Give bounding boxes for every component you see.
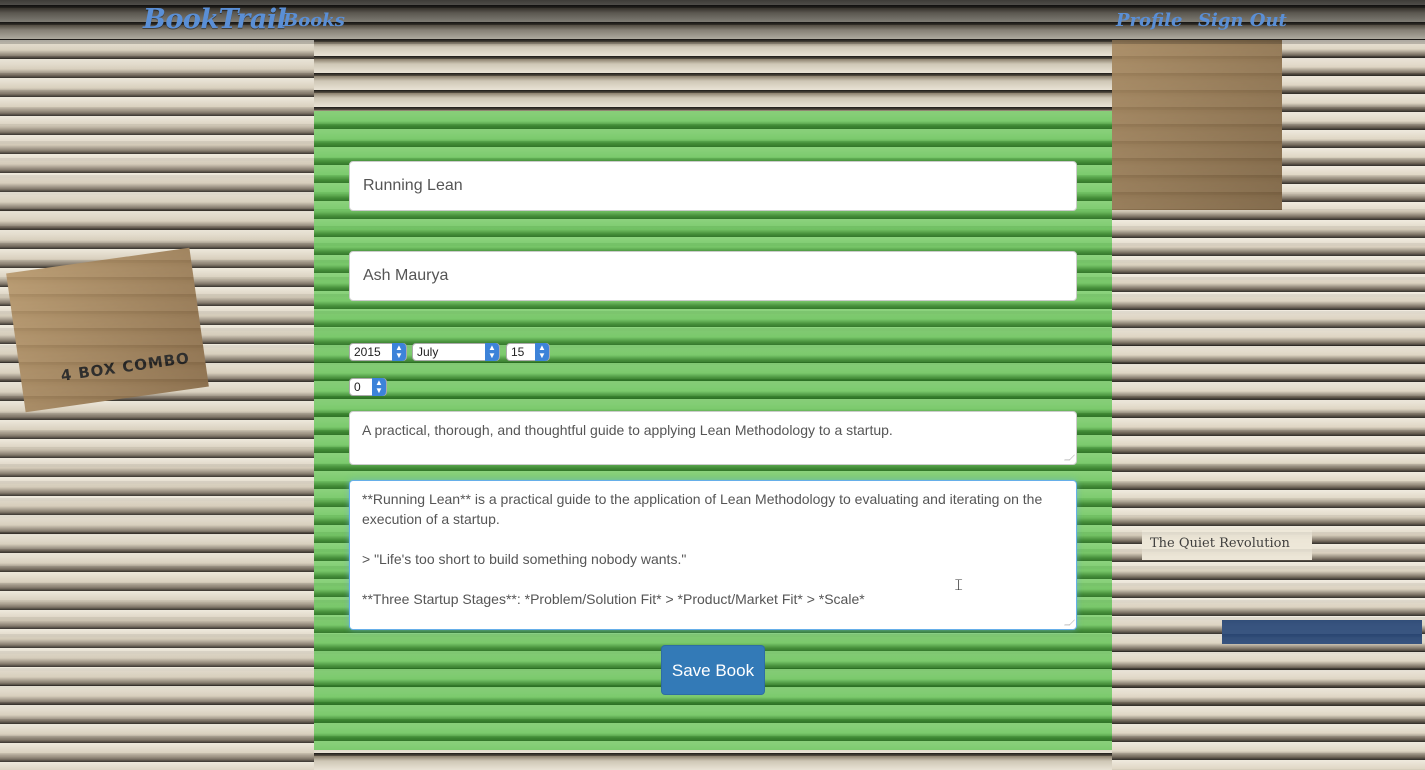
chevron-updown-icon: ▲ ▼ <box>392 343 406 361</box>
description-line <box>362 529 1064 549</box>
save-book-button[interactable]: Save Book <box>661 645 765 695</box>
date-day-value: 15 <box>511 345 525 359</box>
date-month-value: July <box>417 345 439 359</box>
date-month-select[interactable]: July ▲ ▼ <box>412 343 500 361</box>
book-title-input[interactable]: Running Lean <box>349 161 1077 211</box>
chevron-updown-icon: ▲ ▼ <box>535 343 549 361</box>
chevron-updown-icon: ▲ ▼ <box>485 343 499 361</box>
background-blue-book <box>1222 620 1422 644</box>
navbar: BookTrail Books Profile Sign Out <box>0 0 1425 44</box>
description-line: > "Life's too short to build something n… <box>362 551 687 567</box>
text-cursor-icon: 𝙸 <box>953 575 965 594</box>
date-year-select[interactable]: 2015 ▲ ▼ <box>349 343 407 361</box>
chevron-updown-icon: ▲ ▼ <box>372 378 386 396</box>
rating-select[interactable]: 0 ▲ ▼ <box>349 378 387 396</box>
nav-profile-link[interactable]: Profile <box>1116 10 1182 31</box>
brand-logo[interactable]: BookTrail <box>143 4 287 35</box>
summary-text: A practical, thorough, and thoughtful gu… <box>362 422 893 438</box>
box-label: 4 BOX COMBO <box>59 348 191 385</box>
background-book-spine: The Quiet Revolution <box>1142 530 1312 560</box>
date-year-value: 2015 <box>354 345 381 359</box>
date-day-select[interactable]: 15 ▲ ▼ <box>506 343 550 361</box>
resize-grip-icon[interactable] <box>1064 619 1075 626</box>
rating-value: 0 <box>354 380 361 394</box>
background-cardboard-box-right <box>1112 40 1282 210</box>
book-author-input[interactable]: Ash Maurya <box>349 251 1077 301</box>
resize-grip-icon[interactable] <box>1064 454 1075 461</box>
background-books-left: 4 BOX COMBO <box>0 40 314 770</box>
nav-signout-link[interactable]: Sign Out <box>1198 10 1287 31</box>
description-line: **Running Lean** is a practical guide to… <box>362 491 1043 527</box>
background-books-right: The Quiet Revolution <box>1112 40 1425 770</box>
background-cardboard-box: 4 BOX COMBO <box>6 247 209 413</box>
description-textarea[interactable]: **Running Lean** is a practical guide to… <box>349 480 1077 630</box>
summary-textarea[interactable]: A practical, thorough, and thoughtful gu… <box>349 411 1077 465</box>
nav-books-link[interactable]: Books <box>283 10 345 31</box>
